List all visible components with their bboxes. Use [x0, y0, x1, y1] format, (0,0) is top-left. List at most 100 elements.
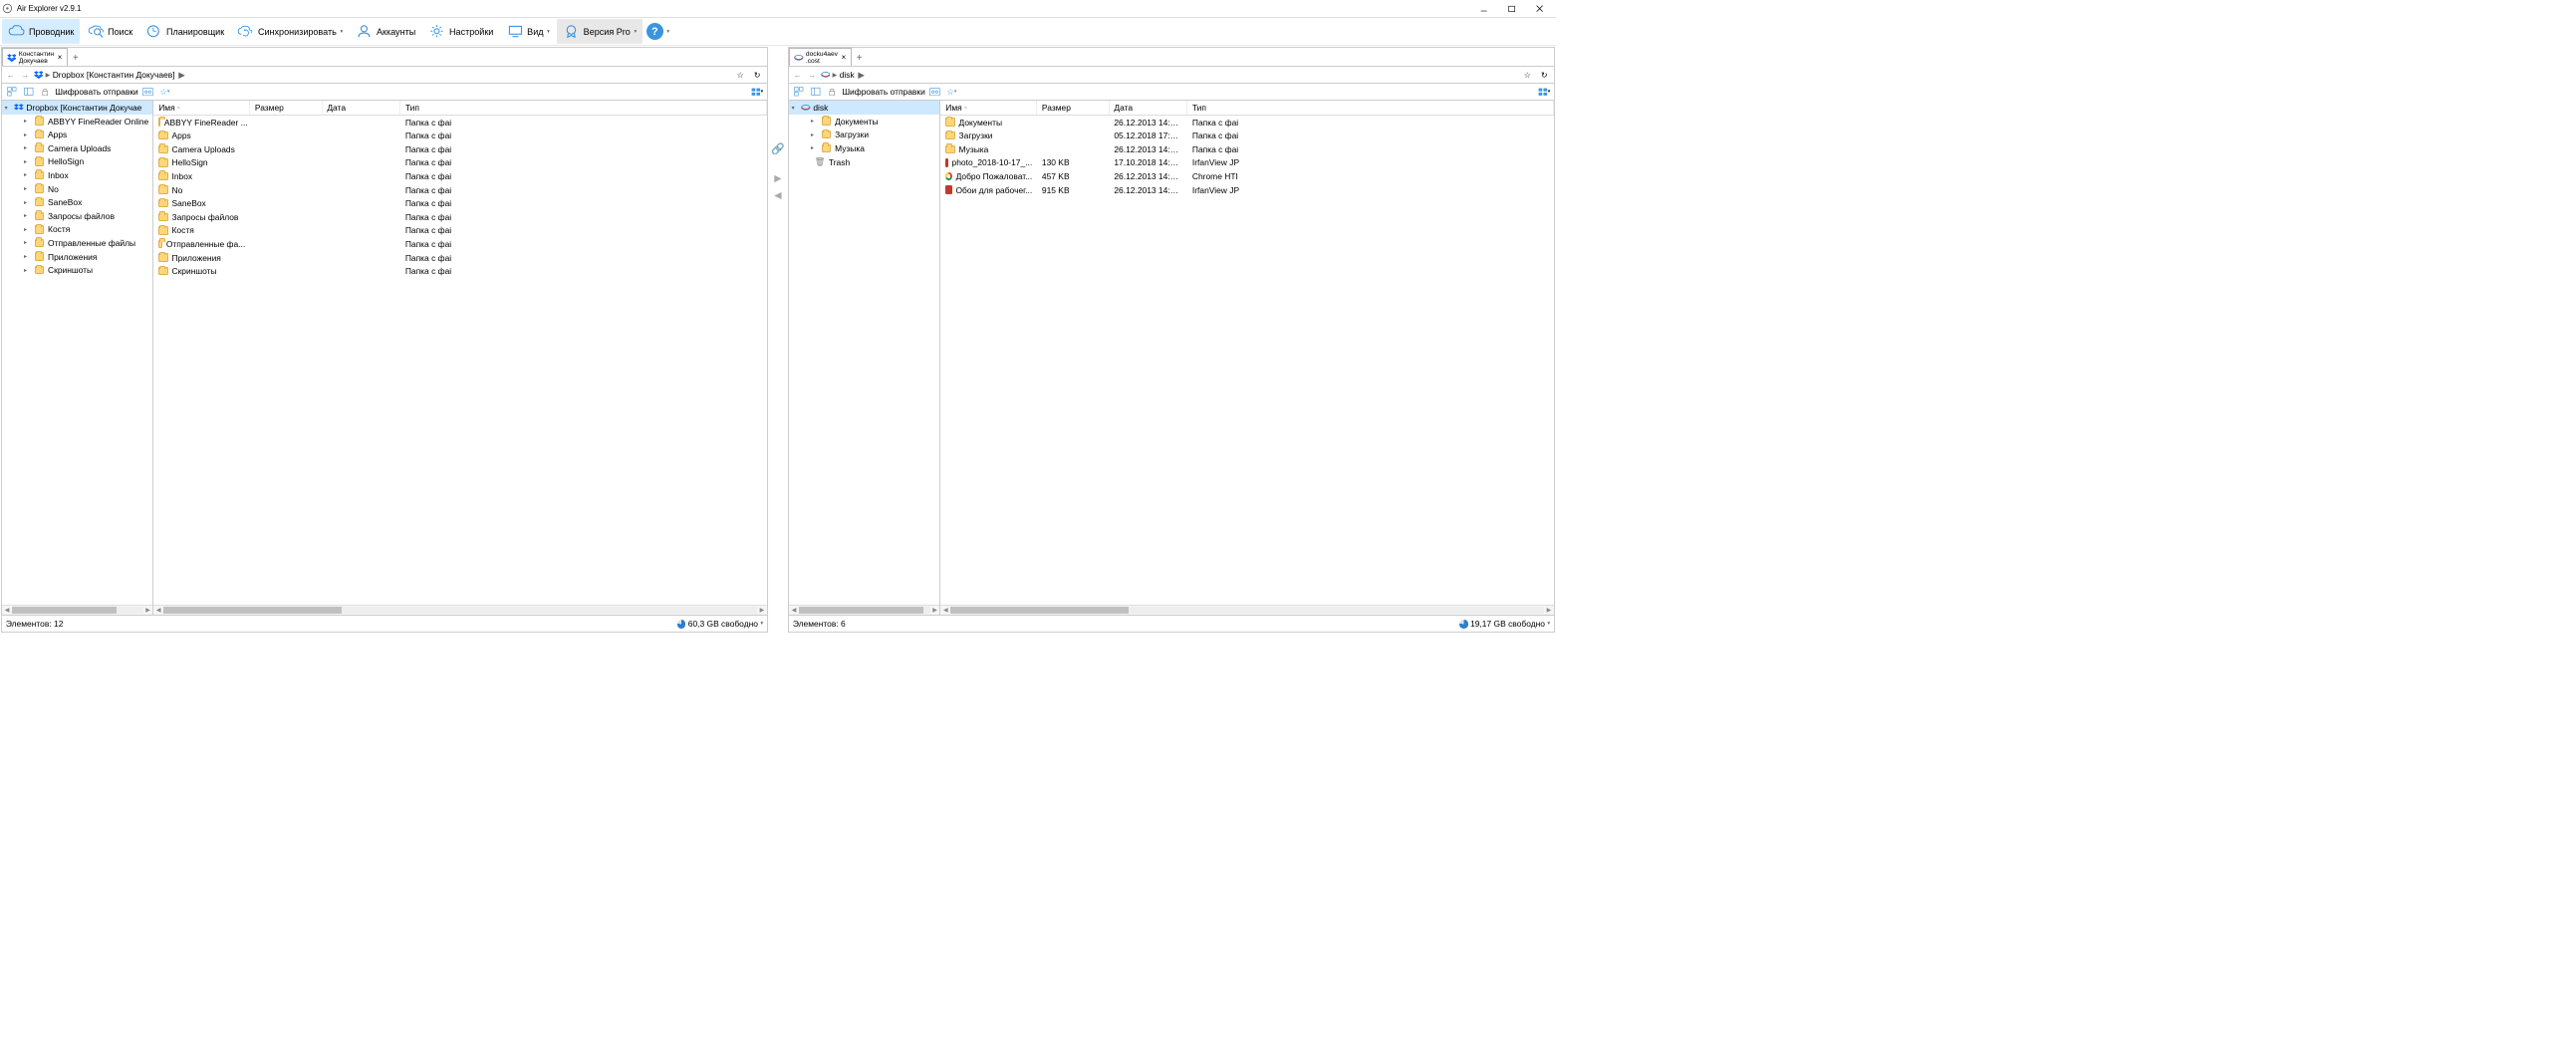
panel-toggle-icon[interactable]: [22, 85, 36, 99]
breadcrumb[interactable]: disk ▶: [840, 70, 1518, 80]
list-item[interactable]: photo_2018-10-17_...130 KB17.10.2018 14:…: [940, 156, 1553, 170]
tree-node-trash[interactable]: 🗑 Trash: [789, 155, 939, 170]
chevron-right-icon[interactable]: ▸: [24, 158, 31, 165]
add-tab-button[interactable]: +: [68, 50, 83, 66]
tree-node[interactable]: ▸HelloSign: [2, 155, 152, 169]
encrypt-label[interactable]: Шифровать отправки: [55, 87, 138, 97]
list-item[interactable]: Обои для рабочег...915 KB26.12.2013 14:2…: [940, 183, 1553, 197]
nav-back-button[interactable]: ←: [5, 71, 17, 80]
col-type[interactable]: Тип: [400, 101, 767, 115]
list-item[interactable]: Добро Пожаловат...457 KB26.12.2013 14:29…: [940, 169, 1553, 183]
star-filter-icon[interactable]: ☆▾: [944, 85, 958, 99]
list-item[interactable]: Музыка26.12.2013 14:29...Папка с фаі: [940, 142, 1553, 156]
refresh-button[interactable]: ↻: [750, 68, 764, 82]
toolbar-explorer[interactable]: Проводник: [2, 19, 80, 44]
toolbar-pro[interactable]: Версия Pro ▾: [557, 19, 643, 44]
left-filelist[interactable]: Имя ^ Размер Дата Тип ABBYY FineReader .…: [153, 101, 766, 615]
list-item[interactable]: Отправленные фа...Папка с фаі: [153, 237, 766, 251]
preview-icon[interactable]: [927, 85, 941, 99]
chevron-right-icon[interactable]: ▸: [811, 118, 818, 125]
chevron-right-icon[interactable]: ▸: [24, 253, 31, 260]
breadcrumb-segment[interactable]: disk: [840, 70, 855, 80]
list-item[interactable]: ПриложенияПапка с фаі: [153, 251, 766, 265]
favorite-button[interactable]: ☆: [1520, 68, 1534, 82]
tree-node[interactable]: ▸No: [2, 182, 152, 196]
list-item[interactable]: Camera UploadsПапка с фаі: [153, 142, 766, 156]
chevron-right-icon[interactable]: ▸: [24, 171, 31, 178]
tree-node[interactable]: ▸Музыка: [789, 141, 939, 155]
preview-icon[interactable]: [140, 85, 154, 99]
right-tree[interactable]: ▾ disk ▸Документы▸Загрузки▸Музыка 🗑 Tras…: [789, 101, 940, 615]
list-item[interactable]: InboxПапка с фаі: [153, 169, 766, 183]
chevron-right-icon[interactable]: ▸: [811, 131, 818, 138]
view-mode-icon[interactable]: ▾: [1537, 85, 1551, 99]
lock-icon[interactable]: [825, 85, 839, 99]
chevron-down-icon[interactable]: ▾: [5, 105, 12, 112]
list-scrollbar[interactable]: ◀▶: [940, 605, 1553, 616]
tree-node[interactable]: ▸Inbox: [2, 168, 152, 182]
col-date[interactable]: Дата: [323, 101, 401, 115]
tree-node[interactable]: ▸Приложения: [2, 250, 152, 264]
tree-toggle-icon[interactable]: [5, 85, 19, 99]
toolbar-sync[interactable]: Синхронизировать ▾: [231, 19, 349, 44]
encrypt-label[interactable]: Шифровать отправки: [842, 87, 925, 97]
tree-node[interactable]: ▸Отправленные файлы: [2, 236, 152, 250]
chevron-down-icon[interactable]: ▾: [792, 105, 799, 112]
left-tab[interactable]: Константин Докучаев ×: [2, 48, 68, 66]
breadcrumb[interactable]: Dropbox [Константин Докучаев] ▶: [53, 70, 731, 80]
move-right-button[interactable]: ▶: [774, 173, 781, 184]
list-item[interactable]: NoПапка с фаі: [153, 183, 766, 197]
tree-root[interactable]: ▾ disk: [789, 101, 939, 115]
toolbar-view[interactable]: Вид ▾: [501, 19, 556, 44]
favorite-button[interactable]: ☆: [733, 68, 747, 82]
toolbar-settings[interactable]: Настройки: [422, 19, 499, 44]
tree-node[interactable]: ▸ABBYY FineReader Online: [2, 115, 152, 129]
tree-node[interactable]: ▸Документы: [789, 115, 939, 129]
column-headers[interactable]: Имя ^ Размер Дата Тип: [153, 101, 766, 116]
add-tab-button[interactable]: +: [852, 50, 867, 66]
tree-node[interactable]: ▸Костя: [2, 223, 152, 237]
toolbar-help[interactable]: ? ▾: [644, 19, 671, 44]
chevron-right-icon[interactable]: ▸: [24, 267, 31, 274]
chevron-right-icon[interactable]: ▸: [24, 144, 31, 151]
chevron-right-icon[interactable]: ▸: [24, 226, 31, 233]
dropdown-icon[interactable]: ▾: [760, 621, 763, 627]
tree-node[interactable]: ▸SaneBox: [2, 195, 152, 209]
column-headers[interactable]: Имя ^ Размер Дата Тип: [940, 101, 1553, 116]
col-name[interactable]: Имя ^: [153, 101, 250, 115]
nav-forward-button[interactable]: →: [19, 71, 31, 80]
toolbar-accounts[interactable]: Аккаунты: [350, 19, 421, 44]
list-item[interactable]: Загрузки05.12.2018 17:58...Папка с фаі: [940, 129, 1553, 142]
list-item[interactable]: AppsПапка с фаі: [153, 129, 766, 142]
tree-node[interactable]: ▸Запросы файлов: [2, 209, 152, 223]
tree-node[interactable]: ▸Загрузки: [789, 128, 939, 141]
col-type[interactable]: Тип: [1187, 101, 1554, 115]
star-filter-icon[interactable]: ☆▾: [157, 85, 171, 99]
minimize-button[interactable]: [1470, 0, 1498, 17]
list-item[interactable]: ABBYY FineReader ...Папка с фаі: [153, 116, 766, 130]
refresh-button[interactable]: ↻: [1537, 68, 1551, 82]
toolbar-search[interactable]: Поиск: [82, 19, 139, 44]
close-tab-icon[interactable]: ×: [840, 54, 847, 61]
tree-node[interactable]: ▸Apps: [2, 128, 152, 141]
chevron-right-icon[interactable]: ▸: [24, 185, 31, 192]
maximize-button[interactable]: [1498, 0, 1526, 17]
tree-node[interactable]: ▸Camera Uploads: [2, 141, 152, 155]
chevron-right-icon[interactable]: ▸: [24, 212, 31, 219]
tree-scrollbar[interactable]: ◀▶: [789, 605, 939, 616]
close-button[interactable]: [1526, 0, 1554, 17]
chevron-right-icon[interactable]: ▸: [24, 131, 31, 138]
col-date[interactable]: Дата: [1110, 101, 1188, 115]
list-item[interactable]: HelloSignПапка с фаі: [153, 156, 766, 170]
col-size[interactable]: Размер: [250, 101, 322, 115]
list-item[interactable]: СкриншотыПапка с фаі: [153, 264, 766, 278]
toolbar-scheduler[interactable]: Планировщик: [139, 19, 230, 44]
tree-node[interactable]: ▸Скриншоты: [2, 263, 152, 277]
chevron-right-icon[interactable]: ▸: [811, 144, 818, 151]
list-item[interactable]: Запросы файловПапка с фаі: [153, 210, 766, 224]
col-name[interactable]: Имя ^: [940, 101, 1037, 115]
lock-icon[interactable]: [38, 85, 52, 99]
chevron-right-icon[interactable]: ▸: [24, 239, 31, 246]
list-item[interactable]: КостяПапка с фаі: [153, 224, 766, 238]
link-icon[interactable]: 🔗: [771, 142, 785, 155]
